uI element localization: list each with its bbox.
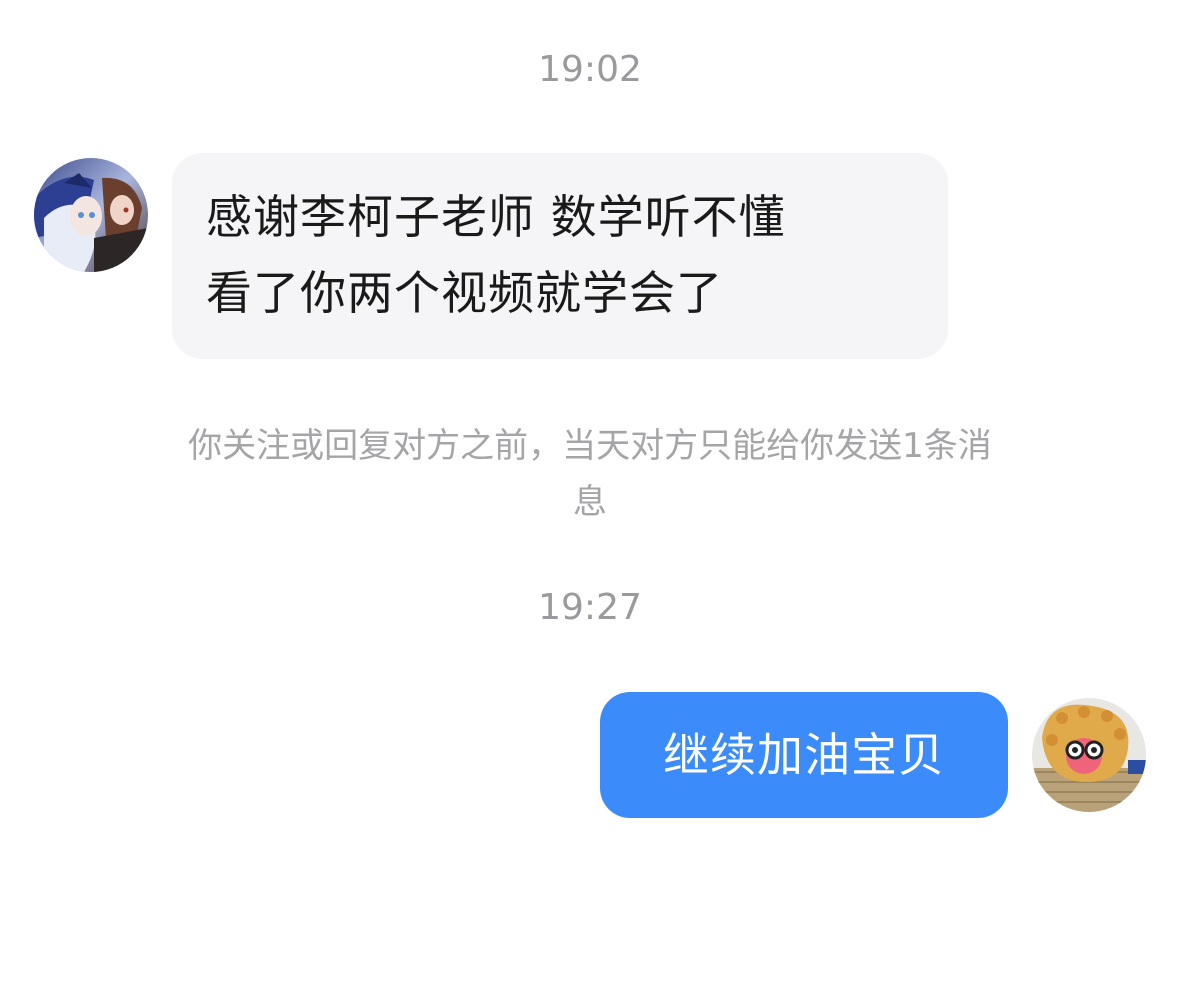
chat-conversation: 19:02 感谢李柯子老师 数学听不懂 看了你两个视频就学会了 你关注或回复对方… (0, 0, 1180, 1000)
anime-characters-avatar-icon (34, 158, 148, 272)
notice-text-line: 息 (573, 482, 607, 522)
sender-avatar[interactable] (34, 158, 148, 272)
outgoing-message-bubble[interactable]: 继续加油宝贝 (600, 692, 1008, 818)
messaging-limit-notice: 你关注或回复对方之前，当天对方只能给你发送1条消 息 (100, 418, 1080, 530)
notice-text-line: 你关注或回复对方之前，当天对方只能给你发送1条消 (188, 426, 992, 466)
message-text-line: 看了你两个视频就学会了 (206, 266, 723, 320)
plush-toy-sunglasses-avatar-icon (1032, 698, 1146, 812)
message-timestamp: 19:27 (538, 587, 642, 628)
message-text-line: 感谢李柯子老师 数学听不懂 (206, 190, 786, 244)
self-avatar[interactable] (1032, 698, 1146, 812)
message-timestamp: 19:02 (538, 49, 642, 90)
incoming-message-bubble[interactable]: 感谢李柯子老师 数学听不懂 看了你两个视频就学会了 (172, 153, 948, 359)
